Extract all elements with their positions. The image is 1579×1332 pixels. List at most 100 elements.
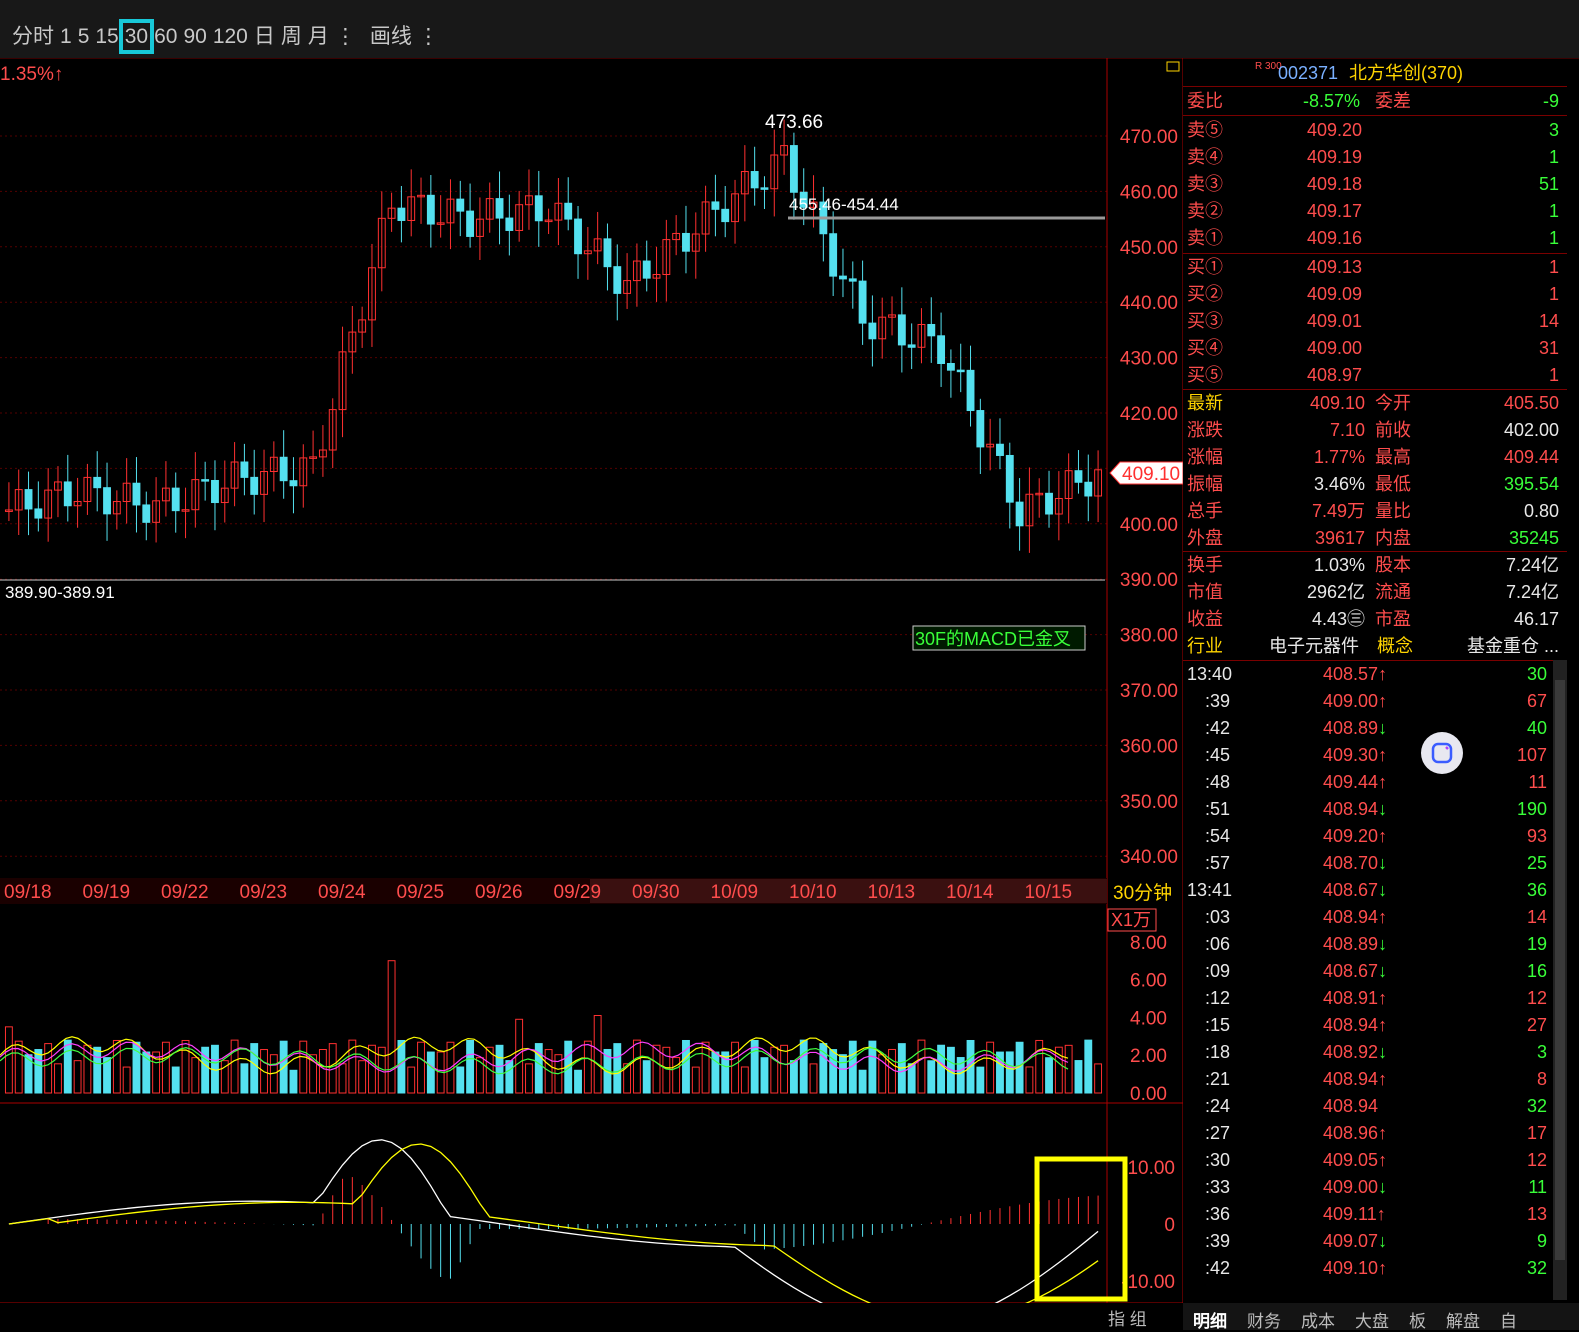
volume-bar <box>829 1049 838 1094</box>
date-tick: 10/09 <box>711 882 759 903</box>
fundamental-row: 收益 4.43㊂ 市盈 46.17 <box>1187 609 1559 629</box>
date-tick: 09/26 <box>475 882 523 903</box>
bid-row[interactable]: 买④ 409.00 31 <box>1183 335 1563 361</box>
tick-row: :57 408.70↓ 25 <box>1205 853 1547 873</box>
timeframe-0[interactable]: 分时 <box>12 25 54 48</box>
ask-row[interactable]: 卖⑤ 409.20 3 <box>1183 117 1563 143</box>
volume-bar <box>799 1039 808 1094</box>
price-tick: 340.00 <box>1120 847 1178 868</box>
tick-row: :33 409.00↓ 11 <box>1205 1177 1547 1197</box>
macd-tick: 0 <box>1164 1215 1175 1236</box>
tick-row: :15 408.94↑ 27 <box>1205 1015 1547 1035</box>
candle-body <box>956 369 965 373</box>
candle-body <box>250 476 259 495</box>
volume-bar <box>358 1060 367 1094</box>
tab-3[interactable]: 大盘 <box>1355 1307 1389 1332</box>
candle-body <box>1045 492 1053 515</box>
volume-bar <box>1025 1066 1034 1094</box>
volume-bar <box>809 1063 818 1094</box>
timeframe-4[interactable]: 30 <box>118 19 155 54</box>
kline-chart[interactable]: 470.00460.00450.00440.00430.00420.00410.… <box>0 58 1183 1303</box>
volume-bar <box>691 1066 700 1094</box>
resistance-label: 455.46-454.44 <box>789 195 899 214</box>
scroll-thumb[interactable] <box>1555 680 1565 1260</box>
timeframe-10[interactable]: 月 <box>308 25 329 48</box>
bid-row[interactable]: 买② 409.09 1 <box>1183 281 1563 307</box>
tick-row: :30 409.05↑ 12 <box>1205 1150 1547 1170</box>
ticks-scrollbar[interactable] <box>1553 660 1567 1300</box>
volume-bar <box>122 1066 131 1094</box>
volume-bar <box>927 1060 936 1094</box>
tab-2[interactable]: 成本 <box>1301 1307 1335 1332</box>
timeframe-5[interactable]: 60 <box>154 25 177 48</box>
timeframe-7[interactable]: 120 <box>213 25 248 48</box>
quote-row: 最新 409.10 今开 405.50 <box>1187 393 1559 413</box>
tab-0[interactable]: 明细 <box>1193 1307 1227 1332</box>
bid-row[interactable]: 买① 409.13 1 <box>1183 254 1563 280</box>
timeframe-13[interactable]: ⋮ <box>418 25 439 48</box>
tab-5[interactable]: 解盘 <box>1446 1307 1480 1332</box>
price-tick: 370.00 <box>1120 681 1178 702</box>
date-tick: 10/15 <box>1025 882 1073 903</box>
volume-bar <box>839 1054 847 1094</box>
volume-bar <box>240 1063 249 1094</box>
macd-tick: -10.00 <box>1121 1272 1175 1293</box>
volume-bar <box>583 1040 592 1094</box>
bid-row[interactable]: 买③ 409.01 14 <box>1183 308 1563 334</box>
candle-body <box>642 260 651 279</box>
volume-bar <box>672 1057 681 1094</box>
price-tick: 360.00 <box>1120 736 1178 757</box>
candle-body <box>868 322 877 340</box>
date-tick: 10/14 <box>946 882 994 903</box>
timeframe-1[interactable]: 1 <box>60 25 72 48</box>
volume-bar <box>299 1040 308 1094</box>
volume-bar <box>1064 1044 1073 1094</box>
candle-body <box>1015 501 1024 527</box>
timeframe-12[interactable]: 画线 <box>370 25 412 48</box>
candle-body <box>397 207 406 221</box>
tick-row: :51 408.94↓ 190 <box>1205 799 1547 819</box>
volume-bar <box>505 1060 514 1094</box>
candle-body <box>201 479 210 482</box>
candle-body <box>142 504 151 523</box>
candle-body <box>789 145 798 193</box>
volume-bar <box>318 1049 327 1094</box>
timeframe-8[interactable]: 日 <box>254 25 275 48</box>
bottom-left-label[interactable]: 指 组 <box>1108 1305 1147 1330</box>
tab-1[interactable]: 财务 <box>1247 1307 1281 1332</box>
timeframe-6[interactable]: 90 <box>183 25 206 48</box>
bid-row[interactable]: 买⑤ 408.97 1 <box>1183 362 1563 388</box>
timeframe-3[interactable]: 15 <box>95 25 118 48</box>
quote-row: 外盘 39617 内盘 35245 <box>1187 528 1559 548</box>
assistant-bubble-icon[interactable] <box>1421 732 1463 774</box>
tab-6[interactable]: 自 <box>1500 1307 1517 1332</box>
ask-row[interactable]: 卖③ 409.18 51 <box>1183 171 1563 197</box>
industry-row[interactable]: 行业 电子元器件 概念 基金重仓 ... <box>1183 633 1563 659</box>
volume-bar <box>191 1057 200 1094</box>
candle-body <box>495 198 504 219</box>
price-tick: 440.00 <box>1120 293 1178 314</box>
timeframe-9[interactable]: 周 <box>281 25 302 48</box>
date-tick: 10/13 <box>868 882 916 903</box>
volume-bar <box>976 1066 985 1094</box>
tick-row: 13:41 408.67↓ 36 <box>1187 880 1547 900</box>
candle-body <box>574 218 582 255</box>
stock-title[interactable]: R 300 002371 北方华创(370) <box>1183 60 1563 86</box>
candle-body <box>564 202 573 220</box>
candle-body <box>426 194 435 225</box>
ask-row[interactable]: 卖① 409.16 1 <box>1183 225 1563 251</box>
tab-4[interactable]: 板 <box>1409 1307 1426 1332</box>
candle-body <box>996 443 1004 456</box>
tick-row: :27 408.96↑ 17 <box>1205 1123 1547 1143</box>
timeframe-11[interactable]: ⋮ <box>335 25 356 48</box>
candle-body <box>466 210 475 237</box>
ask-row[interactable]: 卖④ 409.19 1 <box>1183 144 1563 170</box>
candle-body <box>721 208 730 223</box>
ask-row[interactable]: 卖② 409.17 1 <box>1183 198 1563 224</box>
candle-body <box>1074 470 1083 483</box>
timeframe-2[interactable]: 5 <box>78 25 90 48</box>
volume-bar <box>289 1069 298 1094</box>
volume-bar <box>525 1063 533 1094</box>
tick-row: 13:40 408.57↑ 30 <box>1187 664 1547 684</box>
volume-bar <box>731 1041 739 1094</box>
